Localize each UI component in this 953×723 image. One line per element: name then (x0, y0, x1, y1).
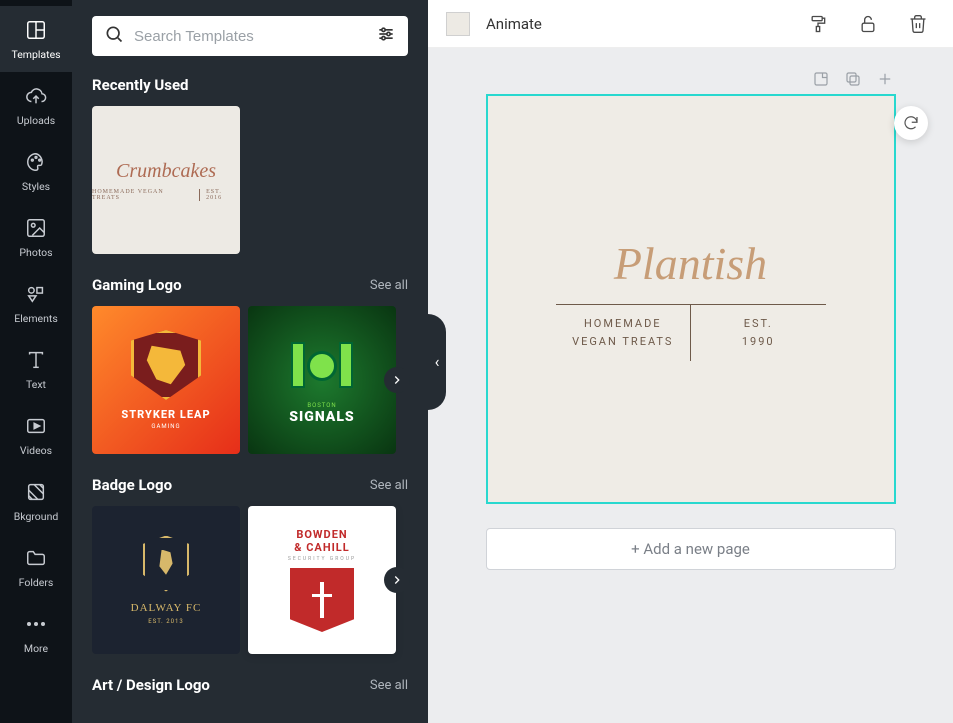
rail-label: Elements (14, 312, 58, 325)
add-page-inline-button[interactable] (874, 68, 896, 90)
app-root: Templates Uploads Styles Photos Elements (0, 0, 953, 723)
thumb-title-line1: BOWDEN (296, 528, 347, 541)
rail-text[interactable]: Text (0, 336, 72, 402)
page-col-right: EST. 1990 (691, 305, 826, 360)
rail-templates[interactable]: Templates (0, 6, 72, 72)
canvas-area: Animate (428, 0, 953, 723)
rail-elements[interactable]: Elements (0, 270, 72, 336)
collapse-panel-handle[interactable]: ‹ (428, 314, 446, 410)
section-art-head: Art / Design Logo See all (92, 676, 408, 694)
thumb-brand: Crumbcakes (116, 160, 216, 183)
rail-uploads[interactable]: Uploads (0, 72, 72, 138)
section-recent-head: Recently Used (92, 76, 408, 94)
see-all-link[interactable]: See all (370, 678, 408, 693)
section-title: Recently Used (92, 76, 189, 94)
rail-label: More (24, 642, 48, 655)
rail-videos[interactable]: Videos (0, 402, 72, 468)
scroll-right-button[interactable] (384, 367, 410, 393)
search-icon (104, 24, 124, 48)
template-thumb[interactable]: STRYKER LEAP GAMING (92, 306, 240, 454)
search-bar[interactable] (92, 16, 408, 56)
delete-button[interactable] (901, 7, 935, 41)
rail-label: Folders (19, 576, 54, 589)
video-icon (24, 414, 48, 438)
template-thumb[interactable]: BOSTON SIGNALS (248, 306, 396, 454)
context-toolbar: Animate (428, 0, 953, 48)
rail-label: Text (26, 378, 46, 391)
scroll-right-button[interactable] (384, 567, 410, 593)
design-page[interactable]: Plantish HOMEMADE VEGAN TREATS EST. 1990 (486, 94, 896, 504)
dragon-shield-icon (131, 330, 201, 400)
palette-icon (24, 150, 48, 174)
rail-label: Uploads (17, 114, 55, 127)
duplicate-page-button[interactable] (842, 68, 864, 90)
rail-photos[interactable]: Photos (0, 204, 72, 270)
divider-line (556, 304, 826, 305)
templates-panel: Recently Used Crumbcakes HOMEMADE VEGAN … (72, 0, 428, 723)
see-all-link[interactable]: See all (370, 478, 408, 493)
section-title: Badge Logo (92, 476, 172, 494)
section-title: Gaming Logo (92, 276, 182, 294)
paint-roller-button[interactable] (801, 7, 835, 41)
section-badge-head: Badge Logo See all (92, 476, 408, 494)
rail-more[interactable]: More (0, 600, 72, 666)
template-thumb[interactable]: BOWDEN & CAHILL SECURITY GROUP (248, 506, 396, 654)
tool-rail: Templates Uploads Styles Photos Elements (0, 0, 72, 723)
thumb-subtitle: SECURITY GROUP (288, 556, 356, 562)
thumb-title: DALWAY FC (131, 602, 202, 614)
page-col-left: HOMEMADE VEGAN TREATS (556, 305, 692, 360)
page-columns: HOMEMADE VEGAN TREATS EST. 1990 (556, 305, 826, 360)
section-gaming-head: Gaming Logo See all (92, 276, 408, 294)
search-input[interactable] (134, 28, 366, 45)
thumb-subtext: HOMEMADE VEGAN TREATS EST. 2016 (92, 189, 240, 201)
folder-icon (24, 546, 48, 570)
lock-button[interactable] (851, 7, 885, 41)
thumb-subtitle: GAMING (151, 423, 180, 430)
image-icon (24, 216, 48, 240)
templates-icon (24, 18, 48, 42)
pennant-icon (290, 568, 354, 632)
section-title: Art / Design Logo (92, 676, 210, 694)
thumb-title: STRYKER LEAP (121, 408, 210, 421)
gaming-thumbs: STRYKER LEAP GAMING BOSTON SIGNALS (92, 306, 408, 454)
hatch-icon (24, 480, 48, 504)
rail-label: Photos (19, 246, 52, 259)
animate-button[interactable]: Animate (486, 15, 542, 33)
cloud-upload-icon (24, 84, 48, 108)
rail-folders[interactable]: Folders (0, 534, 72, 600)
lion-shield-icon (143, 536, 189, 592)
rail-background[interactable]: Bkground (0, 468, 72, 534)
workspace: Plantish HOMEMADE VEGAN TREATS EST. 1990… (428, 48, 953, 723)
template-thumb[interactable]: Crumbcakes HOMEMADE VEGAN TREATS EST. 20… (92, 106, 240, 254)
recent-thumbs: Crumbcakes HOMEMADE VEGAN TREATS EST. 20… (92, 106, 408, 254)
thumb-title: SIGNALS (289, 409, 354, 425)
page-brand-text: Plantish (614, 237, 767, 290)
see-all-link[interactable]: See all (370, 278, 408, 293)
rail-styles[interactable]: Styles (0, 138, 72, 204)
add-page-button[interactable]: + Add a new page (486, 528, 896, 570)
sync-button[interactable] (894, 106, 928, 140)
more-icon (24, 612, 48, 636)
shapes-icon (24, 282, 48, 306)
text-icon (24, 348, 48, 372)
thumb-city: BOSTON (307, 402, 336, 409)
rail-label: Templates (11, 48, 60, 61)
template-thumb[interactable]: DALWAY FC EST. 2013 (92, 506, 240, 654)
chevron-left-icon: ‹ (435, 352, 440, 371)
thumb-title-line2: & CAHILL (294, 541, 349, 554)
robot-icon (289, 336, 355, 396)
thumb-subtitle: EST. 2013 (148, 618, 183, 625)
page-tools (486, 68, 896, 90)
notes-button[interactable] (810, 68, 832, 90)
filter-icon[interactable] (376, 24, 396, 48)
background-color-swatch[interactable] (446, 12, 470, 36)
badge-thumbs: DALWAY FC EST. 2013 BOWDEN & CAHILL SECU… (92, 506, 408, 654)
rail-label: Videos (20, 444, 52, 457)
rail-label: Styles (22, 180, 50, 193)
rail-label: Bkground (14, 510, 59, 523)
